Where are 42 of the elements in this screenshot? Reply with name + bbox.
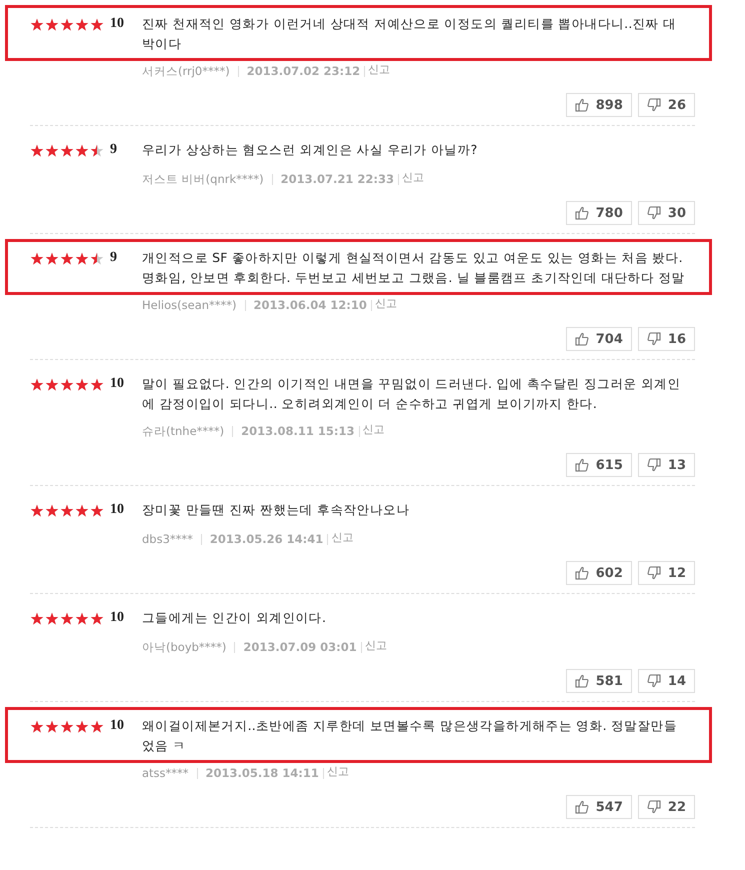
dislike-button[interactable]: 22 bbox=[638, 795, 695, 819]
review-text: 말이 필요없다. 인간의 이기적인 내면을 꾸밈없이 드러낸다. 입에 촉수달린 징그러운 외계인에 감정이입이 되다니.. 오히려외계인이 더 순수하고 귀엽게 보이기까지 한다. bbox=[142, 375, 682, 413]
dislike-button[interactable]: 13 bbox=[638, 453, 695, 477]
rating-score: 9 bbox=[110, 250, 117, 266]
review-date: 2013.07.09 03:01 bbox=[235, 642, 362, 652]
like-button[interactable]: 615 bbox=[566, 453, 632, 477]
review-text: 장미꽃 만들땐 진짜 짠했는데 후속작안나오나 bbox=[142, 501, 410, 519]
rating-score: 10 bbox=[110, 502, 124, 518]
like-button[interactable]: 898 bbox=[566, 93, 632, 117]
review-text: 우리가 상상하는 혐오스런 외계인은 사실 우리가 아닐까? bbox=[142, 141, 478, 159]
author-name: 아낙(boyb****) bbox=[142, 642, 236, 652]
review-date: 2013.05.26 14:41 bbox=[202, 534, 328, 544]
like-button[interactable]: 704 bbox=[566, 327, 632, 351]
like-button[interactable]: 581 bbox=[566, 669, 632, 693]
author-name: 서커스(rrj0****) bbox=[142, 66, 239, 76]
review-text: 그들에게는 인간이 외계인이다. bbox=[142, 609, 326, 627]
like-button[interactable]: 602 bbox=[566, 561, 632, 585]
review-text: 왜이걸이제본거지..초반에좀 지루한데 보면볼수록 많은생각을하게해주는 영화. 정말잘만들었음 ㅋ bbox=[142, 717, 678, 755]
review-text: 진짜 천재적인 영화가 이런거네 상대적 저예산으로 이정도의 퀄리티를 뽑아내다니..진짜 대박이다 bbox=[142, 15, 678, 53]
dislike-button[interactable]: 12 bbox=[638, 561, 695, 585]
review-date: 2013.08.11 15:13 bbox=[233, 426, 360, 436]
review-date: 2013.05.18 14:11 bbox=[198, 768, 324, 778]
author-name: Helios(sean****) bbox=[142, 300, 246, 310]
like-button[interactable]: 547 bbox=[566, 795, 632, 819]
rating-score: 10 bbox=[110, 718, 124, 734]
rating-score: 10 bbox=[110, 610, 124, 626]
like-button[interactable]: 780 bbox=[566, 201, 632, 225]
review-date: 2013.07.21 22:33 bbox=[272, 174, 399, 184]
dislike-button[interactable]: 16 bbox=[638, 327, 695, 351]
author-name: 저스트 비버(qnrk****) bbox=[142, 174, 273, 184]
author-name: atss**** bbox=[142, 768, 198, 778]
review-date: 2013.06.04 12:10 bbox=[246, 300, 372, 310]
dislike-button[interactable]: 26 bbox=[638, 93, 695, 117]
author-name: dbs3**** bbox=[142, 534, 202, 544]
author-name: 슈라(tnhe****) bbox=[142, 426, 234, 436]
review-text: 개인적으로 SF 좋아하지만 이렇게 현실적이면서 감동도 있고 여운도 있는 영화는 처음 봤다. 명화임, 안보면 후회한다. 두번보고 세번보고 그랬음. 닐 블룸캠프 초기작인데 대단하다 정말 bbox=[142, 249, 686, 287]
review-date: 2013.07.02 23:12 bbox=[238, 66, 366, 76]
rating-score: 10 bbox=[110, 376, 124, 392]
dislike-button[interactable]: 14 bbox=[638, 669, 695, 693]
rating-score: 9 bbox=[110, 142, 117, 158]
rating-score: 10 bbox=[110, 16, 124, 32]
dislike-button[interactable]: 30 bbox=[638, 201, 695, 225]
